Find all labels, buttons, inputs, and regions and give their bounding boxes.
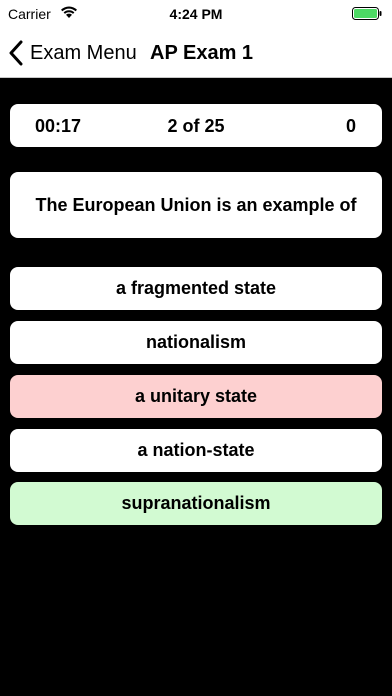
- answer-option-correct[interactable]: supranationalism: [10, 482, 382, 525]
- answer-label: nationalism: [145, 332, 247, 352]
- answer-option[interactable]: a nation-state: [10, 429, 382, 472]
- answer-label: a fragmented state: [115, 278, 277, 298]
- answer-label: a nation-state: [137, 440, 255, 460]
- answer-option-incorrect[interactable]: a unitary state: [10, 375, 382, 418]
- back-button-label: Exam Menu: [30, 41, 137, 64]
- answer-option[interactable]: nationalism: [10, 321, 382, 364]
- status-time: 4:24 PM: [169, 6, 223, 22]
- page-title: AP Exam 1: [150, 42, 254, 64]
- battery-icon: [352, 7, 382, 20]
- answer-label: a unitary state: [134, 386, 258, 406]
- back-button[interactable]: Exam Menu: [8, 38, 137, 68]
- chevron-left-icon: [9, 40, 23, 66]
- answer-option[interactable]: a fragmented state: [10, 267, 382, 310]
- question-text: The European Union is an example of: [35, 194, 357, 215]
- question-card: The European Union is an example of: [10, 172, 382, 238]
- question-progress: 2 of 25: [167, 116, 225, 136]
- answer-label: supranationalism: [121, 493, 271, 513]
- score-value: 0: [345, 116, 356, 136]
- status-bar: Carrier 4:24 PM: [0, 0, 392, 28]
- stats-bar: 00:17 2 of 25 0: [10, 104, 382, 147]
- navigation-bar: Exam Menu AP Exam 1: [0, 28, 392, 78]
